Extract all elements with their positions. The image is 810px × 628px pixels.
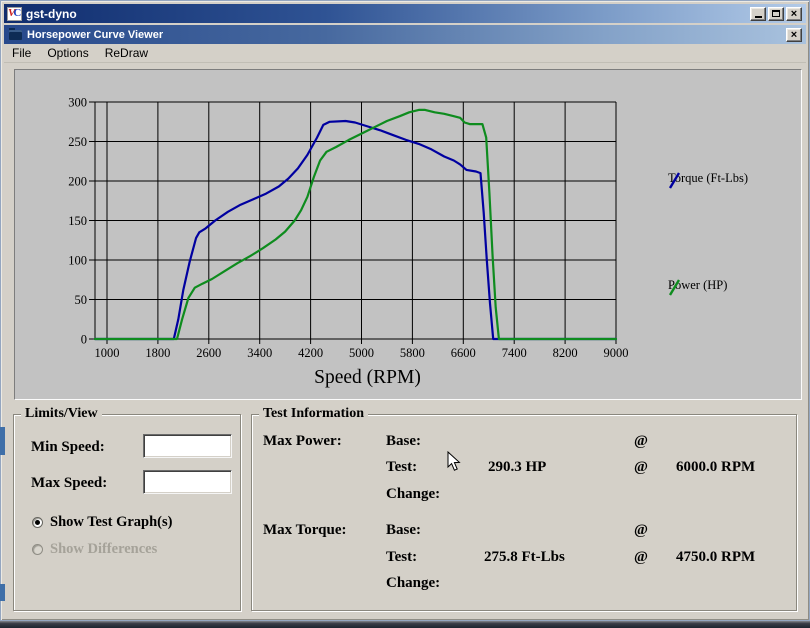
svg-text:4200: 4200 (298, 346, 323, 360)
svg-text:250: 250 (68, 135, 87, 149)
svg-text:2600: 2600 (196, 346, 221, 360)
child-close-button[interactable]: × (786, 28, 802, 42)
app-window: VC gst-dyno × Horsepower Curve Viewer × … (0, 0, 810, 621)
svg-text:3400: 3400 (247, 346, 272, 360)
maximize-button[interactable] (768, 7, 784, 21)
vc-app-icon: VC (7, 7, 22, 21)
child-title-bar[interactable]: Horsepower Curve Viewer × (4, 25, 806, 44)
close-icon: × (791, 30, 797, 40)
svg-text:6600: 6600 (451, 346, 476, 360)
chart-panel: 0 50 100 150 200 250 300 1000 1800 2600 3400 4200 50… (14, 69, 802, 400)
max-torque-test-label: Test: (386, 549, 417, 566)
menu-redraw[interactable]: ReDraw (97, 44, 156, 62)
close-icon: × (791, 9, 797, 19)
max-torque-change-label: Change: (386, 575, 440, 592)
max-torque-base-at: @ (634, 522, 648, 539)
svg-text:1800: 1800 (145, 346, 170, 360)
max-power-test-value: 290.3 HP (488, 459, 546, 476)
max-torque-test-rpm: 4750.0 RPM (676, 549, 755, 566)
window-title: gst-dyno (26, 7, 77, 21)
menu-file[interactable]: File (4, 44, 39, 62)
limits-view-title: Limits/View (21, 406, 102, 422)
legend-item-power: Power (HP) (668, 278, 727, 293)
taskbar-edge[interactable] (0, 621, 810, 628)
max-power-param: Max Power: (263, 433, 342, 450)
min-speed-label: Min Speed: (31, 439, 105, 456)
minimize-button[interactable] (750, 7, 766, 21)
max-power-change-label: Change: (386, 486, 440, 503)
svg-text:300: 300 (68, 96, 87, 110)
svg-text:0: 0 (81, 333, 87, 347)
dyno-chart: 0 50 100 150 200 250 300 1000 1800 2600 3400 4200 50… (15, 70, 801, 399)
max-torque-test-value: 275.8 Ft-Lbs (484, 549, 565, 566)
child-window-title: Horsepower Curve Viewer (27, 29, 163, 41)
child-window-icon (9, 30, 22, 40)
svg-text:7400: 7400 (502, 346, 527, 360)
title-bar[interactable]: VC gst-dyno × (4, 4, 806, 23)
menu-bar: File Options ReDraw (4, 44, 806, 63)
torque-line-swatch-icon (668, 171, 681, 190)
radio-show-differences: Show Differences (32, 541, 157, 558)
svg-text:5800: 5800 (400, 346, 425, 360)
svg-text:50: 50 (75, 293, 88, 307)
max-torque-test-at: @ (634, 549, 648, 566)
svg-text:200: 200 (68, 175, 87, 189)
max-speed-input[interactable] (143, 470, 232, 494)
max-power-base-label: Base: (386, 433, 421, 450)
test-info-title: Test Information (259, 406, 368, 422)
maximize-icon (772, 10, 780, 17)
close-button[interactable]: × (786, 7, 802, 21)
background-window-edge (0, 427, 5, 455)
svg-text:150: 150 (68, 214, 87, 228)
minimize-icon (755, 16, 762, 18)
max-torque-param: Max Torque: (263, 522, 347, 539)
max-torque-base-label: Base: (386, 522, 421, 539)
svg-text:1000: 1000 (95, 346, 120, 360)
max-speed-label: Max Speed: (31, 475, 107, 492)
svg-text:9000: 9000 (604, 346, 629, 360)
window-controls: × (750, 7, 806, 21)
svg-text:100: 100 (68, 254, 87, 268)
min-speed-input[interactable] (143, 434, 232, 458)
max-power-test-label: Test: (386, 459, 417, 476)
max-power-base-at: @ (634, 433, 648, 450)
max-power-test-rpm: 6000.0 RPM (676, 459, 755, 476)
max-power-test-at: @ (634, 459, 648, 476)
radio-show-test-graphs[interactable]: Show Test Graph(s) (32, 514, 172, 531)
power-line-swatch-icon (668, 278, 681, 297)
legend-item-torque: Torque (Ft-Lbs) (668, 171, 748, 186)
child-window-controls: × (786, 28, 806, 42)
svg-text:Speed (RPM): Speed (RPM) (314, 367, 421, 388)
svg-text:5000: 5000 (349, 346, 374, 360)
radio-button-icon (32, 517, 43, 528)
menu-options[interactable]: Options (39, 44, 96, 62)
radio-button-icon (32, 544, 43, 555)
background-window-edge (0, 584, 5, 601)
svg-text:8200: 8200 (553, 346, 578, 360)
